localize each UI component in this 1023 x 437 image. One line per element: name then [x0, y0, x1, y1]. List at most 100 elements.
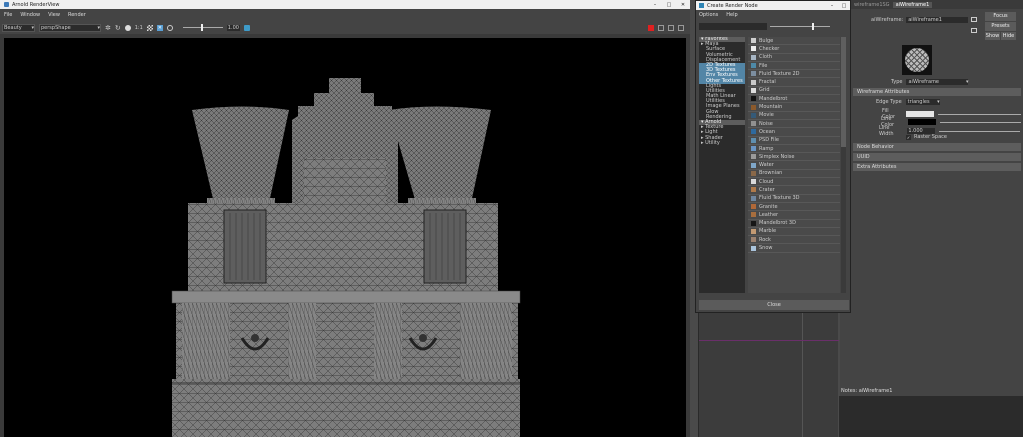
snapshot-icon[interactable]: [658, 24, 664, 31]
node-item[interactable]: Marble: [748, 228, 840, 237]
raster-space-checkbox[interactable]: ✓: [906, 134, 911, 140]
notes-field[interactable]: [839, 396, 1023, 437]
checker-icon[interactable]: [146, 24, 153, 31]
node-item[interactable]: Simplex Noise: [748, 153, 840, 162]
menu-help[interactable]: Help: [726, 12, 737, 18]
section-extra-attributes[interactable]: Extra Attributes: [853, 163, 1021, 171]
create-render-node-window: Create Render Node – □ Options Help ▾ Fa…: [695, 0, 851, 313]
create-node-titlebar: Create Render Node – □: [696, 1, 850, 10]
presets-button[interactable]: Presets: [985, 22, 1016, 31]
tab-ai-wireframe[interactable]: aiWireframe1: [892, 1, 933, 8]
node-item[interactable]: Ocean: [748, 128, 840, 137]
menu-file[interactable]: File: [4, 12, 12, 18]
node-item[interactable]: Movie: [748, 112, 840, 120]
exposure-value[interactable]: 1.00: [226, 24, 240, 31]
node-item[interactable]: Fluid Texture 3D: [748, 195, 840, 203]
graph-grid: [698, 310, 839, 437]
line-width-slider[interactable]: [939, 130, 1020, 132]
node-item[interactable]: Cloth: [748, 54, 840, 62]
node-item[interactable]: Mandelbrot 3D: [748, 220, 840, 228]
menu-render[interactable]: Render: [68, 12, 86, 18]
node-item[interactable]: PSD File: [748, 137, 840, 145]
arnold-logo-icon: [4, 2, 9, 7]
section-node-behavior[interactable]: Node Behavior: [853, 143, 1021, 151]
raster-space-label: Raster Space: [914, 134, 947, 140]
settings-icon[interactable]: [678, 24, 684, 31]
edge-type-row: Edge Type triangles ▾: [876, 99, 940, 105]
scrollbar-thumb[interactable]: [841, 37, 846, 147]
render-view-title: Arnold RenderView: [12, 1, 60, 8]
fill-color-slider[interactable]: [938, 113, 1022, 115]
maximize-icon[interactable]: □: [662, 2, 676, 8]
camera-select[interactable]: perspShape ▾: [39, 23, 101, 32]
node-swatch-icon: [751, 204, 756, 210]
rgb-icon[interactable]: [124, 24, 131, 31]
node-item[interactable]: Grid: [748, 87, 840, 96]
minimize-icon[interactable]: –: [826, 3, 838, 9]
output-connections-icon[interactable]: [971, 28, 977, 33]
grid-axis: [699, 340, 839, 341]
maya-logo-icon: [699, 3, 704, 8]
slider-handle[interactable]: [200, 24, 203, 31]
node-item[interactable]: Ramp: [748, 145, 840, 154]
refresh-icon[interactable]: ↻: [115, 24, 121, 32]
node-item[interactable]: Water: [748, 161, 840, 170]
node-item[interactable]: Mountain: [748, 103, 840, 112]
ipr-icon[interactable]: [243, 24, 250, 31]
exposure-slider[interactable]: [182, 24, 223, 31]
zoom-ratio-label[interactable]: 1:1: [135, 25, 143, 31]
section-uuid[interactable]: UUID: [853, 153, 1021, 161]
node-swatch-icon: [751, 170, 756, 176]
node-item[interactable]: Mandelbrot: [748, 95, 840, 104]
node-swatch-icon: [751, 87, 756, 93]
node-swatch-icon: [751, 121, 756, 127]
node-item[interactable]: Noise: [748, 120, 840, 129]
crop-region-icon[interactable]: ✕: [156, 24, 163, 31]
node-search-input[interactable]: [699, 22, 767, 30]
render-viewport[interactable]: [4, 38, 686, 437]
node-swatch-icon: [751, 104, 756, 110]
slider-handle[interactable]: [812, 22, 814, 30]
node-item[interactable]: Fluid Texture 2D: [748, 70, 840, 79]
node-item[interactable]: Leather: [748, 211, 840, 220]
node-item[interactable]: Brownian: [748, 170, 840, 179]
edge-type-label: Edge Type: [876, 99, 902, 105]
section-wireframe-attributes[interactable]: Wireframe Attributes: [853, 88, 1021, 96]
hide-button[interactable]: Hide: [1001, 32, 1016, 40]
node-item[interactable]: Crater: [748, 186, 840, 195]
node-item[interactable]: Rock: [748, 236, 840, 245]
menu-window[interactable]: Window: [20, 12, 40, 18]
node-list-scrollbar[interactable]: [841, 37, 846, 293]
edge-type-select[interactable]: triangles ▾: [905, 99, 940, 105]
node-item[interactable]: Bulge: [748, 37, 840, 46]
node-item[interactable]: Cloud: [748, 178, 840, 187]
aov-select[interactable]: Beauty ▾: [2, 23, 35, 32]
stop-render-icon[interactable]: [648, 24, 654, 31]
chevron-down-icon: ▾: [31, 24, 34, 31]
node-name-field[interactable]: aiWireframe1: [906, 17, 969, 23]
node-item[interactable]: File: [748, 62, 840, 71]
region-icon[interactable]: [668, 24, 674, 31]
exposure-icon[interactable]: [166, 24, 173, 31]
input-connections-icon[interactable]: [971, 17, 977, 22]
close-button[interactable]: Close: [699, 300, 849, 310]
node-swatch-icon: [751, 79, 756, 85]
sun-icon[interactable]: ✲: [105, 24, 111, 32]
node-swatch-icon: [751, 71, 756, 77]
node-item[interactable]: Snow: [748, 244, 840, 253]
node-item[interactable]: Checker: [748, 45, 840, 54]
type-select[interactable]: aiWireframe ▾: [906, 79, 969, 85]
focus-button[interactable]: Focus: [985, 12, 1016, 21]
node-item[interactable]: Fractal: [748, 78, 840, 87]
category-item[interactable]: ▸ Utility: [699, 140, 745, 146]
menu-view[interactable]: View: [48, 12, 60, 18]
tab-wireframe-sg[interactable]: wireframe1SG: [851, 2, 893, 8]
close-icon[interactable]: ✕: [676, 2, 690, 8]
maximize-icon[interactable]: □: [838, 3, 850, 9]
menu-options[interactable]: Options: [699, 12, 718, 18]
minimize-icon[interactable]: –: [648, 2, 662, 8]
line-color-slider[interactable]: [939, 121, 1021, 123]
icon-size-slider[interactable]: [770, 22, 830, 30]
node-item[interactable]: Granite: [748, 203, 840, 212]
show-button[interactable]: Show: [985, 32, 1000, 40]
